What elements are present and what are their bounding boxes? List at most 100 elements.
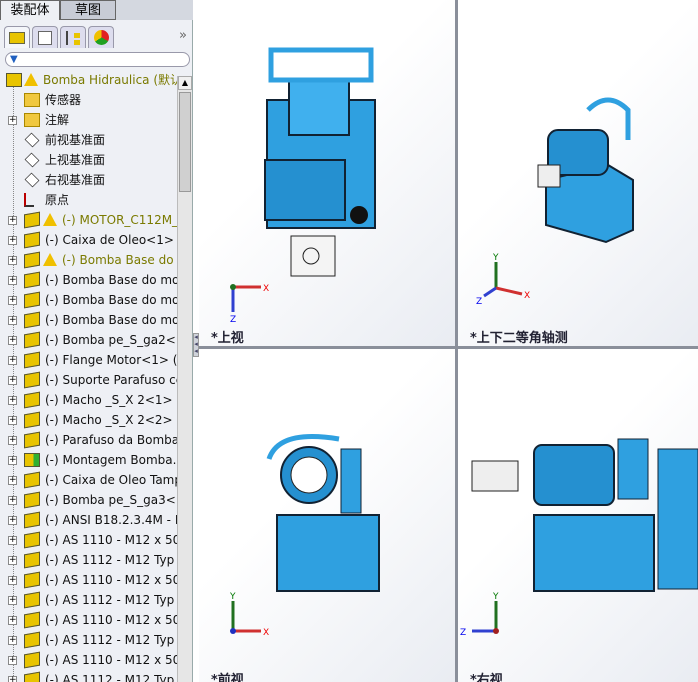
tree-item[interactable]: + (-) Caixa de Oleo<1> ( — [0, 230, 177, 250]
svg-text:Z: Z — [476, 297, 482, 307]
filter-field[interactable]: ▼ — [5, 52, 190, 67]
expand-icon[interactable]: + — [8, 116, 17, 125]
part-icon — [24, 251, 40, 269]
tree-item[interactable]: 传感器 — [0, 90, 177, 110]
display-manager-tab[interactable] — [88, 26, 114, 48]
tree-item[interactable]: + (-) Bomba Base do mo — [0, 290, 177, 310]
scroll-thumb[interactable] — [179, 92, 191, 192]
tree-item[interactable]: + (-) AS 1112 - M12 Typ — [0, 630, 177, 650]
svg-text:Z: Z — [460, 628, 466, 638]
part-icon — [24, 311, 40, 329]
tree-item[interactable]: + (-) AS 1112 - M12 Typ — [0, 670, 177, 682]
part-icon — [24, 271, 40, 289]
expand-icon[interactable]: + — [8, 556, 17, 565]
part-icon — [24, 591, 40, 609]
tree-item-label: (-) Caixa de Oleo<1> ( — [45, 233, 177, 247]
expand-icon[interactable]: + — [8, 436, 17, 445]
tree-item[interactable]: + (-) Bomba Base do — [0, 250, 177, 270]
viewport-right[interactable]: Y Z *右视 — [458, 349, 698, 682]
part-icon — [24, 651, 40, 669]
expand-icon[interactable]: + — [8, 456, 17, 465]
tree-item[interactable]: + (-) Macho _S_X 2<2> ( — [0, 410, 177, 430]
expand-icon[interactable]: + — [8, 656, 17, 665]
viewport-isometric[interactable]: Y X Z *上下二等角轴测 — [458, 0, 698, 346]
expand-icon[interactable]: + — [8, 236, 17, 245]
expand-icon[interactable]: + — [8, 416, 17, 425]
scroll-up-arrow-icon[interactable]: ▲ — [178, 76, 192, 90]
tree-item[interactable]: + 注解 — [0, 110, 177, 130]
tree-item[interactable]: + (-) AS 1110 - M12 x 50 — [0, 650, 177, 670]
expand-icon[interactable]: + — [8, 616, 17, 625]
viewport-front[interactable]: Y X *前视 — [199, 349, 455, 682]
expand-icon[interactable]: + — [8, 576, 17, 585]
tree-item[interactable]: + (-) AS 1110 - M12 x 50 — [0, 610, 177, 630]
expand-icon[interactable]: + — [8, 256, 17, 265]
tree-item[interactable]: 原点 — [0, 190, 177, 210]
tree-item-label: (-) AS 1112 - M12 Typ — [45, 553, 175, 567]
tree-item[interactable]: + (-) Montagem Bomba. — [0, 450, 177, 470]
tree-item[interactable]: + (-) Parafuso da Bomba — [0, 430, 177, 450]
part-icon — [24, 291, 40, 309]
tree-item[interactable]: + (-) AS 1112 - M12 Typ — [0, 590, 177, 610]
tree-item[interactable]: + (-) Flange Motor<1> ( — [0, 350, 177, 370]
tree-item[interactable]: + (-) AS 1110 - M12 x 50 — [0, 530, 177, 550]
tree-item-label: (-) MOTOR_C112M_ — [62, 213, 177, 227]
tree-item[interactable]: 右视基准面 — [0, 170, 177, 190]
tab-sketch[interactable]: 草图 — [60, 0, 116, 20]
tree-item-label: (-) AS 1112 - M12 Typ — [45, 593, 175, 607]
part-icon — [24, 491, 40, 509]
expand-icon[interactable]: + — [8, 216, 17, 225]
expand-icon[interactable]: + — [8, 516, 17, 525]
feature-manager-tab[interactable] — [4, 26, 30, 48]
view-label: *上视 — [211, 331, 244, 346]
tree-item[interactable]: 上视基准面 — [0, 150, 177, 170]
model-top-view: X Z — [230, 47, 376, 325]
expand-icon[interactable]: + — [8, 396, 17, 405]
appearance-icon — [93, 30, 109, 45]
tree-item[interactable]: + (-) Suporte Parafuso ce — [0, 370, 177, 390]
part-icon — [24, 211, 40, 229]
part-icon — [24, 371, 40, 389]
tree-item[interactable]: + (-) AS 1112 - M12 Typ — [0, 550, 177, 570]
tree-item-label: 上视基准面 — [45, 153, 106, 167]
expand-icon[interactable]: + — [8, 496, 17, 505]
plane-icon — [24, 152, 40, 168]
tree-item-label: (-) Bomba Base do mo — [45, 273, 177, 287]
expand-icon[interactable]: + — [8, 596, 17, 605]
part-icon — [24, 631, 40, 649]
expand-icon[interactable]: + — [8, 676, 17, 682]
expand-icon[interactable]: + — [8, 476, 17, 485]
expand-icon[interactable]: + — [8, 376, 17, 385]
part-icon — [24, 471, 40, 489]
expand-icon[interactable]: + — [8, 336, 17, 345]
tree-item[interactable]: + (-) Bomba pe_S_ga2<1 — [0, 330, 177, 350]
tree-item[interactable]: + (-) Macho _S_X 2<1> ( — [0, 390, 177, 410]
more-chevron-icon[interactable]: » — [179, 28, 187, 43]
expand-icon[interactable]: + — [8, 636, 17, 645]
tree-item[interactable]: Bomba Hidraulica (默认 — [0, 70, 177, 90]
tree-item-label: (-) Macho _S_X 2<1> ( — [45, 393, 177, 407]
expand-icon[interactable]: + — [8, 296, 17, 305]
tree-item[interactable]: + (-) ANSI B18.2.3.4M - N — [0, 510, 177, 530]
expand-icon[interactable]: + — [8, 316, 17, 325]
tree-item[interactable]: + (-) MOTOR_C112M_ — [0, 210, 177, 230]
tree-item-label: (-) Suporte Parafuso ce — [45, 373, 177, 387]
warning-icon — [24, 73, 38, 86]
document-tabs: 装配体 草图 — [0, 0, 193, 20]
configuration-manager-tab[interactable] — [60, 26, 86, 48]
tree-item[interactable]: 前视基准面 — [0, 130, 177, 150]
tree-scrollbar[interactable]: ▲ — [177, 76, 192, 682]
tree-item[interactable]: + (-) Bomba Base do mo — [0, 270, 177, 290]
property-manager-tab[interactable] — [32, 26, 58, 48]
expand-icon[interactable]: + — [8, 356, 17, 365]
viewport-top[interactable]: X Z *上视 — [199, 0, 455, 346]
tree-item-label: 前视基准面 — [45, 133, 106, 147]
tree-item[interactable]: + (-) Bomba Base do mo — [0, 310, 177, 330]
tree-item[interactable]: + (-) AS 1110 - M12 x 50 — [0, 570, 177, 590]
tab-assembly[interactable]: 装配体 — [0, 0, 60, 20]
warning-icon — [43, 253, 57, 266]
tree-item[interactable]: + (-) Caixa de Oleo Tamp — [0, 470, 177, 490]
expand-icon[interactable]: + — [8, 276, 17, 285]
expand-icon[interactable]: + — [8, 536, 17, 545]
tree-item[interactable]: + (-) Bomba pe_S_ga3<1 — [0, 490, 177, 510]
